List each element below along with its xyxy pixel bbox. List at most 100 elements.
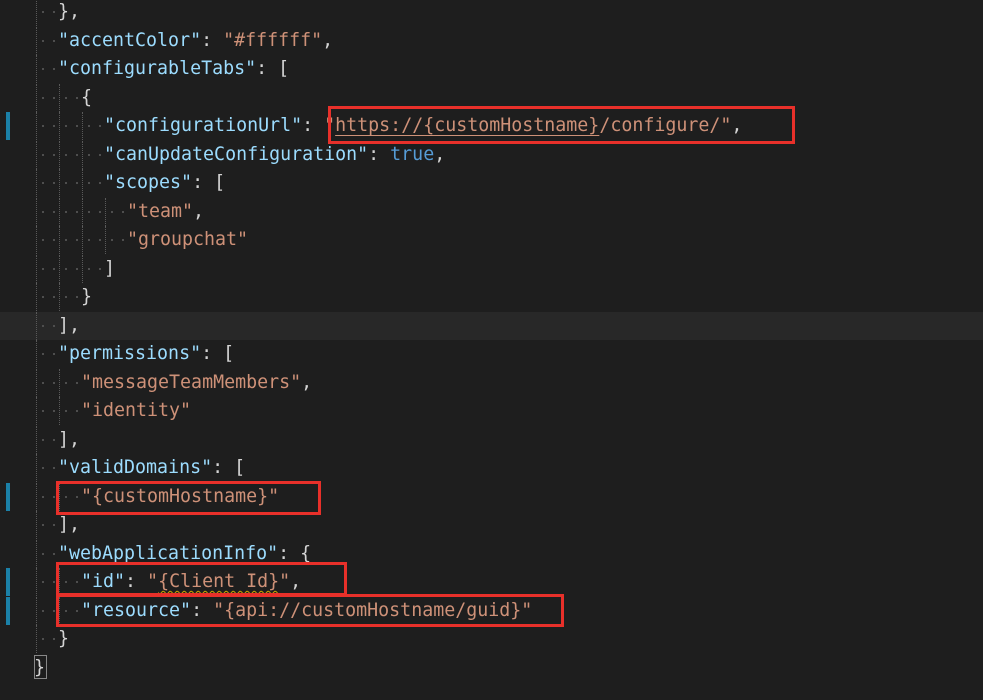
- indent-guide: [59, 83, 60, 112]
- code-text[interactable]: "validDomains": [: [58, 454, 245, 482]
- code-token: "messageTeamMembers": [81, 371, 302, 393]
- indent-guide: [36, 625, 37, 653]
- code-token: ,: [322, 29, 334, 51]
- whitespace-dot: [65, 96, 67, 99]
- whitespace-dot: [76, 210, 79, 213]
- code-line[interactable]: "accentColor": "#ffffff",: [0, 26, 983, 55]
- code-token: : [: [256, 58, 290, 79]
- code-line[interactable]: "configurableTabs": [: [0, 55, 983, 83]
- code-line[interactable]: "messageTeamMembers",: [0, 368, 983, 397]
- whitespace-dot: [42, 39, 44, 42]
- whitespace-dot: [42, 324, 44, 327]
- code-text[interactable]: "scopes": [: [104, 169, 225, 197]
- bracket-match-cursor: [34, 655, 47, 679]
- indent-guide: [59, 112, 60, 140]
- code-token: "permissions": [58, 343, 202, 364]
- whitespace-dot: [65, 182, 67, 184]
- code-line[interactable]: "validDomains": [: [0, 454, 983, 482]
- whitespace-dot: [42, 495, 44, 498]
- code-text[interactable]: ]: [104, 255, 115, 283]
- code-line[interactable]: },: [0, 0, 983, 26]
- whitespace-dot: [42, 267, 44, 270]
- code-text[interactable]: "identity": [81, 397, 191, 425]
- code-text[interactable]: ],: [58, 312, 80, 340]
- whitespace-dot: [53, 125, 56, 127]
- code-text[interactable]: },: [58, 0, 80, 26]
- whitespace-dot: [99, 125, 102, 127]
- whitespace-dot: [76, 267, 79, 270]
- code-text[interactable]: "groupchat": [127, 226, 248, 254]
- whitespace-dot: [53, 552, 56, 555]
- whitespace-dot: [53, 438, 56, 441]
- code-line[interactable]: ],: [0, 511, 983, 539]
- code-text[interactable]: "messageTeamMembers",: [81, 369, 312, 397]
- indent-guide: [36, 254, 37, 283]
- code-token: }: [58, 628, 70, 649]
- code-text[interactable]: "permissions": [: [58, 340, 234, 368]
- code-token: : [: [192, 172, 226, 193]
- whitespace-dot: [76, 96, 79, 99]
- indent-guide: [105, 197, 106, 226]
- code-line[interactable]: "canUpdateConfiguration": true,: [0, 140, 983, 169]
- whitespace-dot: [42, 239, 44, 241]
- code-text[interactable]: ],: [58, 511, 80, 539]
- code-line[interactable]: "scopes": [: [0, 169, 983, 197]
- code-line[interactable]: "groupchat": [0, 226, 983, 254]
- indent-guide: [59, 140, 60, 169]
- code-token: }: [81, 286, 93, 307]
- whitespace-dot: [42, 524, 44, 526]
- whitespace-dot: [65, 153, 67, 156]
- highlight-box-valid-domains: [56, 481, 321, 515]
- code-line[interactable]: ]: [0, 254, 983, 283]
- indent-guide: [59, 197, 60, 226]
- whitespace-dot: [42, 410, 44, 412]
- code-line[interactable]: "identity": [0, 397, 983, 425]
- whitespace-dot: [76, 239, 79, 241]
- indent-guides: [0, 511, 983, 539]
- indent-guide: [36, 511, 37, 539]
- whitespace-dot: [53, 581, 56, 583]
- whitespace-dot: [42, 638, 44, 640]
- whitespace-dot: [42, 11, 44, 13]
- code-text[interactable]: "canUpdateConfiguration": true,: [104, 141, 445, 169]
- code-text[interactable]: "accentColor": "#ffffff",: [58, 27, 333, 55]
- code-line[interactable]: }: [0, 283, 983, 311]
- code-line[interactable]: }: [0, 625, 983, 653]
- indent-guide: [82, 140, 83, 169]
- indent-guides: [0, 254, 983, 283]
- indent-guide: [59, 254, 60, 283]
- code-token: "team": [127, 200, 194, 222]
- whitespace-dot: [53, 495, 56, 498]
- code-line[interactable]: ],: [0, 425, 983, 454]
- indent-guide: [105, 226, 106, 254]
- whitespace-dot: [53, 467, 56, 469]
- indent-guides: [0, 311, 983, 340]
- code-line[interactable]: "permissions": [: [0, 340, 983, 368]
- code-line[interactable]: "team",: [0, 197, 983, 226]
- whitespace-dot: [42, 467, 44, 469]
- code-token: {: [81, 86, 93, 108]
- code-token: ],: [58, 314, 81, 336]
- whitespace-dot: [65, 296, 67, 298]
- whitespace-dot: [53, 96, 56, 99]
- whitespace-dot: [53, 68, 56, 70]
- indent-guide: [59, 283, 60, 311]
- whitespace-dot: [53, 524, 56, 526]
- code-text[interactable]: ],: [58, 426, 80, 454]
- code-text[interactable]: }: [81, 283, 92, 311]
- whitespace-dot: [42, 296, 44, 298]
- code-editor[interactable]: }, "accentColor": "#ffffff", "configurable…: [0, 0, 983, 700]
- indent-guide: [36, 539, 37, 568]
- code-text[interactable]: "configurableTabs": [: [58, 55, 289, 83]
- code-line[interactable]: }: [0, 654, 983, 682]
- code-text[interactable]: "team",: [127, 198, 204, 226]
- whitespace-dot: [53, 609, 56, 612]
- code-line[interactable]: ],: [0, 311, 983, 340]
- whitespace-dot: [42, 381, 44, 384]
- indent-guides: [0, 0, 983, 26]
- whitespace-dot: [88, 239, 90, 241]
- code-text[interactable]: }: [58, 625, 69, 653]
- code-token: },: [58, 1, 81, 22]
- code-text[interactable]: {: [81, 84, 92, 112]
- indent-guide: [36, 140, 37, 169]
